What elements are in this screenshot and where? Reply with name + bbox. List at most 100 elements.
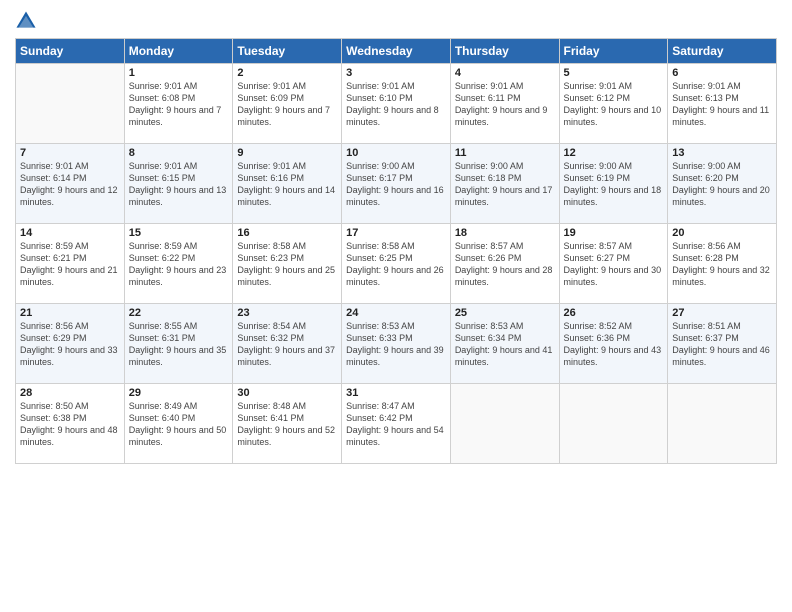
calendar-cell: 20Sunrise: 8:56 AMSunset: 6:28 PMDayligh… (668, 224, 777, 304)
calendar-cell: 5Sunrise: 9:01 AMSunset: 6:12 PMDaylight… (559, 64, 668, 144)
calendar-cell: 17Sunrise: 8:58 AMSunset: 6:25 PMDayligh… (342, 224, 451, 304)
calendar-cell (16, 64, 125, 144)
day-info: Sunrise: 8:55 AMSunset: 6:31 PMDaylight:… (129, 320, 229, 369)
day-info: Sunrise: 9:01 AMSunset: 6:12 PMDaylight:… (564, 80, 664, 129)
day-info: Sunrise: 9:00 AMSunset: 6:18 PMDaylight:… (455, 160, 555, 209)
day-number: 20 (672, 227, 772, 239)
day-info: Sunrise: 9:01 AMSunset: 6:08 PMDaylight:… (129, 80, 229, 129)
day-number: 13 (672, 147, 772, 159)
calendar-cell: 23Sunrise: 8:54 AMSunset: 6:32 PMDayligh… (233, 304, 342, 384)
day-number: 28 (20, 387, 120, 399)
col-header-tuesday: Tuesday (233, 39, 342, 64)
calendar-cell: 19Sunrise: 8:57 AMSunset: 6:27 PMDayligh… (559, 224, 668, 304)
day-info: Sunrise: 8:58 AMSunset: 6:23 PMDaylight:… (237, 240, 337, 289)
day-number: 3 (346, 67, 446, 79)
day-number: 23 (237, 307, 337, 319)
col-header-friday: Friday (559, 39, 668, 64)
calendar-cell: 1Sunrise: 9:01 AMSunset: 6:08 PMDaylight… (124, 64, 233, 144)
day-number: 17 (346, 227, 446, 239)
logo (15, 10, 39, 32)
calendar-cell: 29Sunrise: 8:49 AMSunset: 6:40 PMDayligh… (124, 384, 233, 464)
day-number: 27 (672, 307, 772, 319)
day-info: Sunrise: 9:01 AMSunset: 6:09 PMDaylight:… (237, 80, 337, 129)
calendar-cell: 26Sunrise: 8:52 AMSunset: 6:36 PMDayligh… (559, 304, 668, 384)
calendar-cell: 30Sunrise: 8:48 AMSunset: 6:41 PMDayligh… (233, 384, 342, 464)
day-number: 10 (346, 147, 446, 159)
day-info: Sunrise: 9:00 AMSunset: 6:19 PMDaylight:… (564, 160, 664, 209)
day-info: Sunrise: 8:56 AMSunset: 6:29 PMDaylight:… (20, 320, 120, 369)
day-info: Sunrise: 8:57 AMSunset: 6:26 PMDaylight:… (455, 240, 555, 289)
day-info: Sunrise: 9:01 AMSunset: 6:14 PMDaylight:… (20, 160, 120, 209)
calendar-week-5: 28Sunrise: 8:50 AMSunset: 6:38 PMDayligh… (16, 384, 777, 464)
day-info: Sunrise: 8:53 AMSunset: 6:33 PMDaylight:… (346, 320, 446, 369)
day-number: 21 (20, 307, 120, 319)
day-info: Sunrise: 8:57 AMSunset: 6:27 PMDaylight:… (564, 240, 664, 289)
day-info: Sunrise: 8:58 AMSunset: 6:25 PMDaylight:… (346, 240, 446, 289)
day-number: 24 (346, 307, 446, 319)
calendar-cell: 4Sunrise: 9:01 AMSunset: 6:11 PMDaylight… (450, 64, 559, 144)
day-info: Sunrise: 8:49 AMSunset: 6:40 PMDaylight:… (129, 400, 229, 449)
calendar-cell: 6Sunrise: 9:01 AMSunset: 6:13 PMDaylight… (668, 64, 777, 144)
calendar-cell: 7Sunrise: 9:01 AMSunset: 6:14 PMDaylight… (16, 144, 125, 224)
day-info: Sunrise: 8:54 AMSunset: 6:32 PMDaylight:… (237, 320, 337, 369)
calendar-cell (559, 384, 668, 464)
calendar-cell: 8Sunrise: 9:01 AMSunset: 6:15 PMDaylight… (124, 144, 233, 224)
calendar-week-1: 1Sunrise: 9:01 AMSunset: 6:08 PMDaylight… (16, 64, 777, 144)
calendar-cell: 24Sunrise: 8:53 AMSunset: 6:33 PMDayligh… (342, 304, 451, 384)
day-info: Sunrise: 9:00 AMSunset: 6:17 PMDaylight:… (346, 160, 446, 209)
calendar-cell: 28Sunrise: 8:50 AMSunset: 6:38 PMDayligh… (16, 384, 125, 464)
day-number: 25 (455, 307, 555, 319)
day-number: 8 (129, 147, 229, 159)
day-number: 18 (455, 227, 555, 239)
day-info: Sunrise: 9:00 AMSunset: 6:20 PMDaylight:… (672, 160, 772, 209)
calendar-cell: 18Sunrise: 8:57 AMSunset: 6:26 PMDayligh… (450, 224, 559, 304)
day-number: 19 (564, 227, 664, 239)
day-number: 9 (237, 147, 337, 159)
col-header-monday: Monday (124, 39, 233, 64)
col-header-wednesday: Wednesday (342, 39, 451, 64)
calendar-cell: 12Sunrise: 9:00 AMSunset: 6:19 PMDayligh… (559, 144, 668, 224)
day-info: Sunrise: 8:52 AMSunset: 6:36 PMDaylight:… (564, 320, 664, 369)
calendar-cell: 14Sunrise: 8:59 AMSunset: 6:21 PMDayligh… (16, 224, 125, 304)
col-header-thursday: Thursday (450, 39, 559, 64)
day-number: 22 (129, 307, 229, 319)
calendar-cell: 16Sunrise: 8:58 AMSunset: 6:23 PMDayligh… (233, 224, 342, 304)
calendar-cell (668, 384, 777, 464)
calendar-cell (450, 384, 559, 464)
day-number: 11 (455, 147, 555, 159)
col-header-saturday: Saturday (668, 39, 777, 64)
page: SundayMondayTuesdayWednesdayThursdayFrid… (0, 0, 792, 612)
calendar-cell: 3Sunrise: 9:01 AMSunset: 6:10 PMDaylight… (342, 64, 451, 144)
calendar-cell: 31Sunrise: 8:47 AMSunset: 6:42 PMDayligh… (342, 384, 451, 464)
day-info: Sunrise: 9:01 AMSunset: 6:11 PMDaylight:… (455, 80, 555, 129)
calendar-week-2: 7Sunrise: 9:01 AMSunset: 6:14 PMDaylight… (16, 144, 777, 224)
calendar-cell: 22Sunrise: 8:55 AMSunset: 6:31 PMDayligh… (124, 304, 233, 384)
day-number: 5 (564, 67, 664, 79)
day-number: 15 (129, 227, 229, 239)
calendar-cell: 13Sunrise: 9:00 AMSunset: 6:20 PMDayligh… (668, 144, 777, 224)
col-header-sunday: Sunday (16, 39, 125, 64)
day-info: Sunrise: 8:47 AMSunset: 6:42 PMDaylight:… (346, 400, 446, 449)
calendar-cell: 10Sunrise: 9:00 AMSunset: 6:17 PMDayligh… (342, 144, 451, 224)
calendar-cell: 2Sunrise: 9:01 AMSunset: 6:09 PMDaylight… (233, 64, 342, 144)
day-info: Sunrise: 8:48 AMSunset: 6:41 PMDaylight:… (237, 400, 337, 449)
day-number: 6 (672, 67, 772, 79)
day-info: Sunrise: 9:01 AMSunset: 6:13 PMDaylight:… (672, 80, 772, 129)
day-info: Sunrise: 8:59 AMSunset: 6:22 PMDaylight:… (129, 240, 229, 289)
calendar-table: SundayMondayTuesdayWednesdayThursdayFrid… (15, 38, 777, 464)
day-number: 16 (237, 227, 337, 239)
calendar-cell: 9Sunrise: 9:01 AMSunset: 6:16 PMDaylight… (233, 144, 342, 224)
day-info: Sunrise: 9:01 AMSunset: 6:10 PMDaylight:… (346, 80, 446, 129)
calendar-cell: 27Sunrise: 8:51 AMSunset: 6:37 PMDayligh… (668, 304, 777, 384)
day-info: Sunrise: 8:53 AMSunset: 6:34 PMDaylight:… (455, 320, 555, 369)
day-number: 2 (237, 67, 337, 79)
day-number: 1 (129, 67, 229, 79)
day-number: 29 (129, 387, 229, 399)
day-number: 31 (346, 387, 446, 399)
calendar-cell: 11Sunrise: 9:00 AMSunset: 6:18 PMDayligh… (450, 144, 559, 224)
logo-icon (15, 10, 37, 32)
calendar-cell: 15Sunrise: 8:59 AMSunset: 6:22 PMDayligh… (124, 224, 233, 304)
day-info: Sunrise: 8:51 AMSunset: 6:37 PMDaylight:… (672, 320, 772, 369)
day-info: Sunrise: 8:59 AMSunset: 6:21 PMDaylight:… (20, 240, 120, 289)
header (15, 10, 777, 32)
